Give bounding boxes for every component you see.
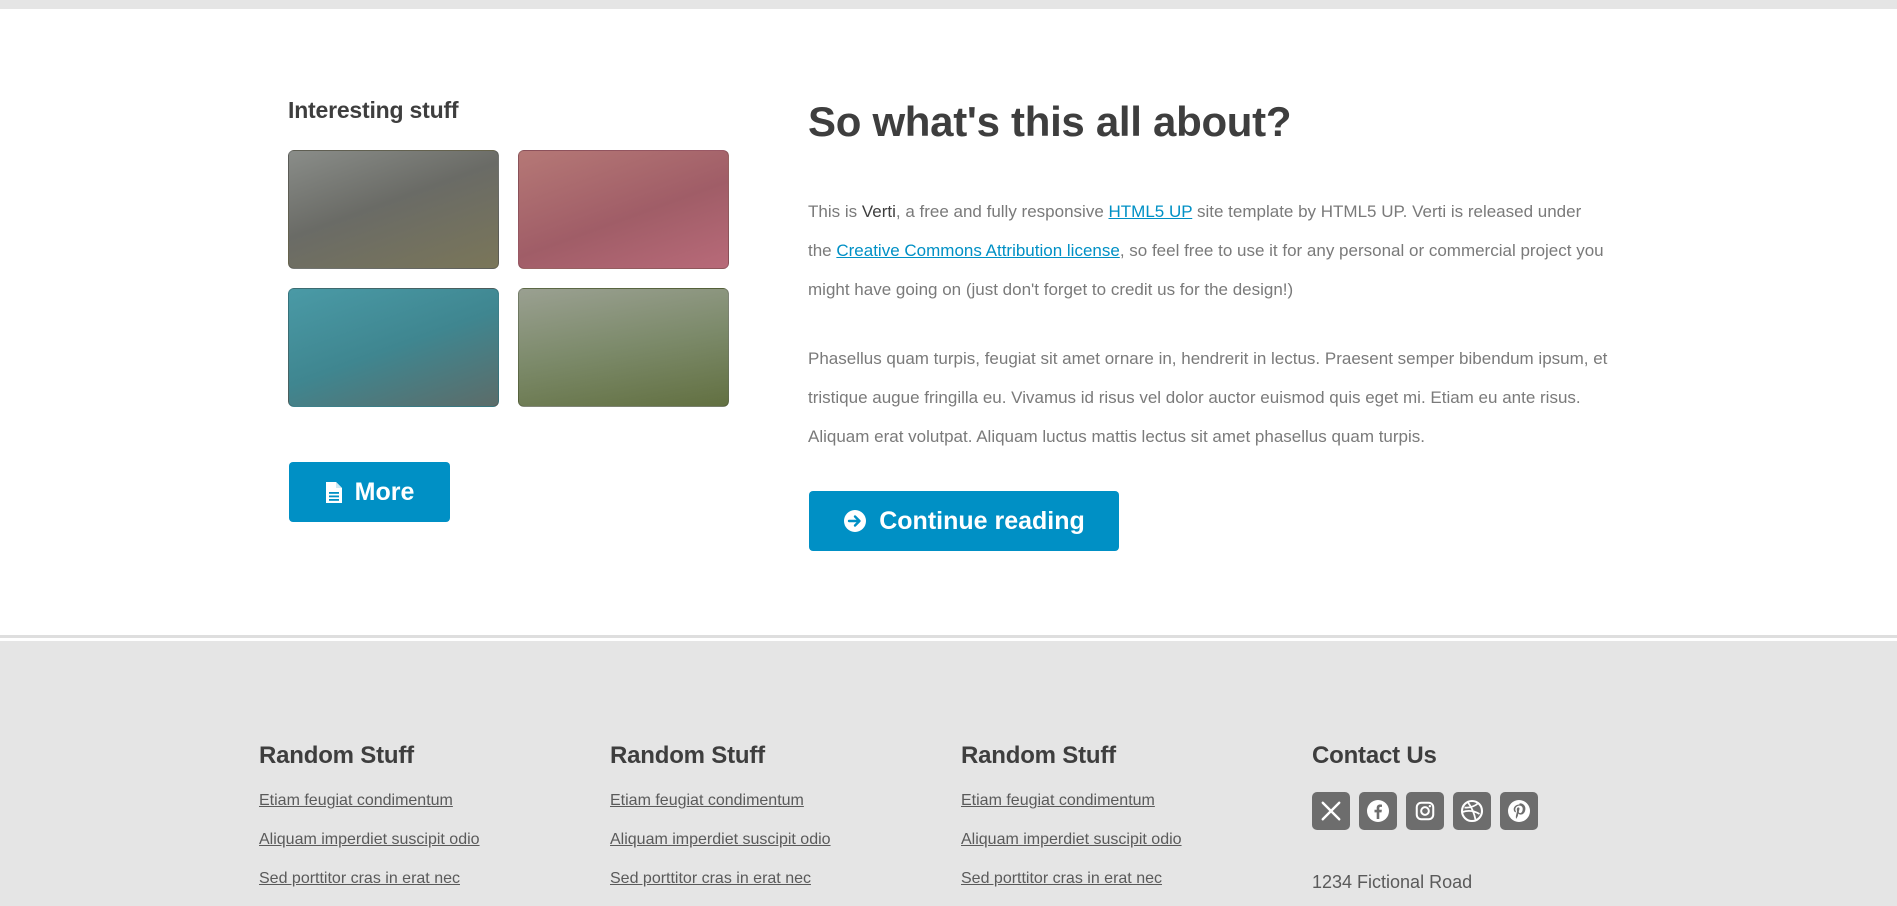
facebook-icon[interactable]: [1359, 792, 1397, 830]
continue-reading-button[interactable]: Continue reading: [809, 491, 1119, 551]
paragraph-strong: Verti: [861, 202, 896, 221]
footer-link[interactable]: Sed porttitor cras in erat nec: [961, 870, 1162, 887]
footer-column: Random Stuff Etiam feugiat condimentum A…: [961, 742, 1182, 906]
footer-link[interactable]: Sed porttitor cras in erat nec: [610, 870, 811, 887]
html5up-link[interactable]: HTML5 UP: [1109, 202, 1193, 221]
thumbnail-image[interactable]: [288, 150, 499, 269]
more-button-label: More: [354, 477, 415, 506]
list-item: Etiam feugiat condimentum: [961, 792, 1182, 831]
footer-link[interactable]: Etiam feugiat condimentum: [961, 792, 1155, 809]
instagram-icon[interactable]: [1406, 792, 1444, 830]
thumbnail-image[interactable]: [518, 288, 729, 407]
social-links: [1312, 792, 1538, 830]
footer-link[interactable]: Sed porttitor cras in erat nec: [259, 870, 460, 887]
article-paragraph: This is Verti, a free and fully responsi…: [808, 192, 1608, 309]
footer-column-title: Random Stuff: [961, 742, 1116, 769]
license-link[interactable]: Creative Commons Attribution license: [836, 241, 1119, 260]
arrow-circle-right-icon: [843, 509, 867, 533]
sidebar-title: Interesting stuff: [288, 97, 459, 123]
footer-link[interactable]: Aliquam imperdiet suscipit odio: [961, 831, 1182, 848]
footer-column-title: Random Stuff: [259, 742, 414, 769]
dribbble-icon[interactable]: [1453, 792, 1491, 830]
continue-reading-label: Continue reading: [879, 506, 1085, 535]
thumbnail-image[interactable]: [518, 150, 729, 269]
pinterest-icon[interactable]: [1500, 792, 1538, 830]
list-item: Aliquam imperdiet suscipit odio: [610, 831, 831, 870]
more-button[interactable]: More: [289, 462, 450, 522]
footer-link[interactable]: Aliquam imperdiet suscipit odio: [610, 831, 831, 848]
footer-link[interactable]: Etiam feugiat condimentum: [259, 792, 453, 809]
list-item: Sed porttitor cras in erat nec: [961, 870, 1182, 906]
x-icon[interactable]: [1312, 792, 1350, 830]
article-paragraph: Phasellus quam turpis, feugiat sit amet …: [808, 349, 1608, 446]
list-item: Aliquam imperdiet suscipit odio: [961, 831, 1182, 870]
footer-column-title: Random Stuff: [610, 742, 765, 769]
contact-address: 1234 Fictional Road: [1312, 872, 1473, 892]
contact-column: Contact Us 1234 Fictional Road: [1312, 742, 1538, 893]
contact-title: Contact Us: [1312, 742, 1437, 769]
footer-link[interactable]: Aliquam imperdiet suscipit odio: [259, 831, 480, 848]
list-item: Etiam feugiat condimentum: [610, 792, 831, 831]
paragraph-text: This is: [808, 202, 862, 221]
footer-link[interactable]: Etiam feugiat condimentum: [610, 792, 804, 809]
document-icon: [325, 481, 343, 504]
article-headline: So what's this all about?: [808, 98, 1292, 145]
list-item: Etiam feugiat condimentum: [259, 792, 480, 831]
list-item: Sed porttitor cras in erat nec: [610, 870, 831, 906]
thumbnail-image[interactable]: [288, 288, 499, 407]
list-item: Sed porttitor cras in erat nec: [259, 870, 480, 906]
paragraph-text: , a free and fully responsive: [895, 202, 1109, 221]
footer-column: Random Stuff Etiam feugiat condimentum A…: [259, 742, 480, 906]
list-item: Aliquam imperdiet suscipit odio: [259, 831, 480, 870]
footer-column: Random Stuff Etiam feugiat condimentum A…: [610, 742, 831, 906]
top-bar: [0, 0, 1897, 9]
